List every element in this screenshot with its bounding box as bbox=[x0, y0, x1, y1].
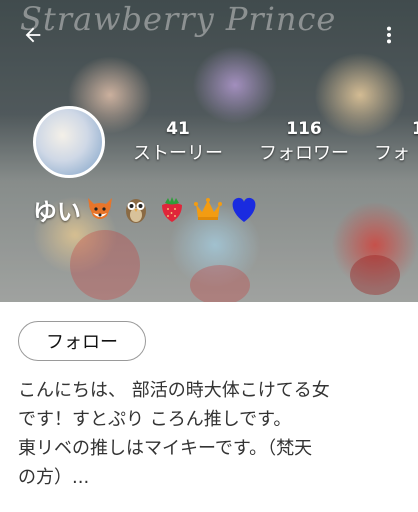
more-menu-button[interactable] bbox=[372, 18, 406, 52]
crown-icon bbox=[191, 192, 225, 226]
username: ゆい bbox=[33, 192, 261, 226]
bio-line: です！すとぷり ころん推しです。 bbox=[18, 409, 292, 430]
bio-line: 東リベの推しはマイキーです。（梵天 bbox=[18, 438, 313, 459]
stat-label: ストーリー bbox=[133, 143, 223, 164]
owl-icon bbox=[119, 192, 153, 226]
stat-count: 1 bbox=[412, 119, 418, 139]
stat-following[interactable]: 1 フォ bbox=[374, 118, 418, 168]
stat-stories[interactable]: 41 ストーリー bbox=[124, 118, 232, 168]
stat-followers[interactable]: 116 フォロワー bbox=[250, 118, 358, 168]
stat-count: 41 bbox=[166, 119, 190, 139]
bio-line: の方）... bbox=[18, 467, 90, 488]
stat-count: 116 bbox=[286, 119, 322, 139]
follow-button[interactable]: フォロー bbox=[18, 321, 146, 361]
profile-bio: こんにちは、 部活の時大体こけてる女 です！すとぷり ころん推しです。 東リベの… bbox=[18, 376, 410, 492]
back-button[interactable] bbox=[16, 18, 50, 52]
more-vert-icon bbox=[386, 26, 392, 44]
username-text: ゆい bbox=[33, 197, 81, 226]
stat-label: フォ bbox=[374, 143, 410, 164]
arrow-left-icon bbox=[25, 27, 41, 43]
avatar[interactable] bbox=[33, 106, 105, 178]
stat-label: フォロワー bbox=[259, 143, 349, 164]
bio-line: こんにちは、 部活の時大体こけてる女 bbox=[18, 380, 330, 401]
blue-heart-icon bbox=[227, 192, 261, 226]
strawberry-icon bbox=[155, 192, 189, 226]
fox-icon bbox=[83, 192, 117, 226]
